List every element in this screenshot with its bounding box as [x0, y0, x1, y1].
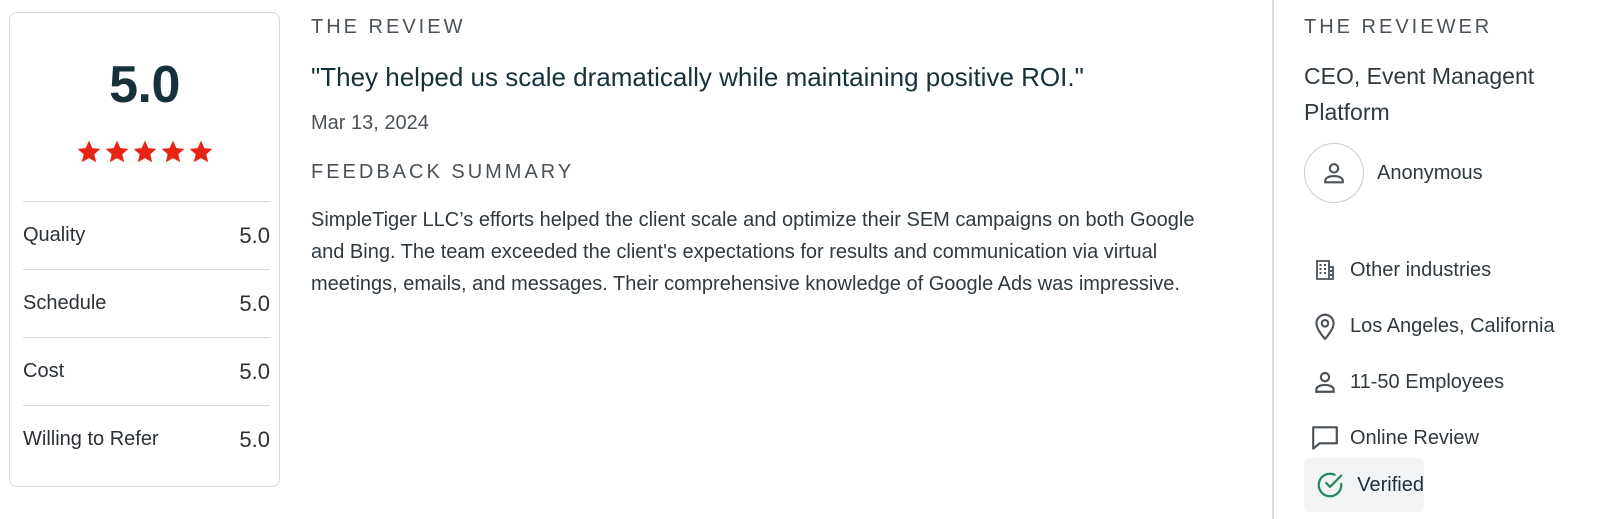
detail-text: Los Angeles, California: [1350, 314, 1555, 337]
metric-value: 5.0: [239, 358, 270, 384]
review-quote: "They helped us scale dramatically while…: [311, 62, 1084, 92]
building-icon: [1304, 250, 1346, 290]
metric-value: 5.0: [239, 426, 270, 452]
detail-industry: Other industries: [1304, 242, 1555, 298]
metric-label: Schedule: [23, 292, 107, 314]
detail-company-size: 11-50 Employees: [1304, 354, 1555, 410]
check-circle-icon: [1310, 465, 1349, 505]
review-section-title: THE REVIEW: [311, 16, 466, 38]
metric-row-quality: Quality 5.0: [23, 201, 270, 269]
metric-label: Willing to Refer: [23, 428, 159, 450]
rating-panel: 5.0 Quality 5.0 Schedule 5.0 Cost 5.0 Wi…: [9, 12, 280, 487]
review-card: 5.0 Quality 5.0 Schedule 5.0 Cost 5.0 Wi…: [0, 0, 1600, 519]
detail-location: Los Angeles, California: [1304, 298, 1555, 354]
star-icon: [161, 140, 184, 163]
star-icon: [133, 140, 156, 163]
feedback-summary-title: FEEDBACK SUMMARY: [311, 161, 575, 183]
metric-value: 5.0: [239, 290, 270, 316]
detail-text: 11-50 Employees: [1350, 370, 1505, 393]
person-icon: [1304, 362, 1346, 402]
feedback-summary-text: SimpleTiger LLC’s efforts helped the cli…: [311, 209, 1195, 295]
metric-value: 5.0: [239, 222, 270, 248]
detail-text: Other industries: [1350, 258, 1492, 281]
metric-label: Quality: [23, 224, 86, 246]
star-icon: [77, 140, 100, 163]
star-rating: [10, 139, 279, 165]
reviewer-section-title: THE REVIEWER: [1304, 16, 1493, 38]
star-icon: [189, 140, 212, 163]
chat-bubble-icon: [1304, 418, 1346, 458]
reviewer-details: Other industries Los Angeles, California: [1304, 242, 1555, 466]
person-icon: [1324, 163, 1344, 184]
metric-row-cost: Cost 5.0: [23, 337, 270, 405]
reviewer-identity: Anonymous: [1304, 143, 1483, 203]
reviewer-name: Anonymous: [1377, 161, 1483, 184]
detail-text: Online Review: [1350, 426, 1479, 449]
metric-row-schedule: Schedule 5.0: [23, 269, 270, 337]
review-date: Mar 13, 2024: [311, 112, 429, 134]
metric-label: Cost: [23, 360, 65, 382]
star-icon: [105, 140, 128, 163]
verified-badge: Verified: [1304, 458, 1424, 512]
verified-label: Verified: [1357, 473, 1424, 496]
column-divider: [1272, 0, 1274, 519]
metric-row-willing-to-refer: Willing to Refer 5.0: [23, 405, 270, 473]
rating-breakdown: Quality 5.0 Schedule 5.0 Cost 5.0 Willin…: [23, 201, 270, 473]
avatar: [1304, 143, 1364, 203]
location-pin-icon: [1304, 306, 1346, 346]
overall-rating: 5.0: [109, 56, 180, 114]
reviewer-role: CEO, Event Managent Platform: [1304, 63, 1535, 125]
